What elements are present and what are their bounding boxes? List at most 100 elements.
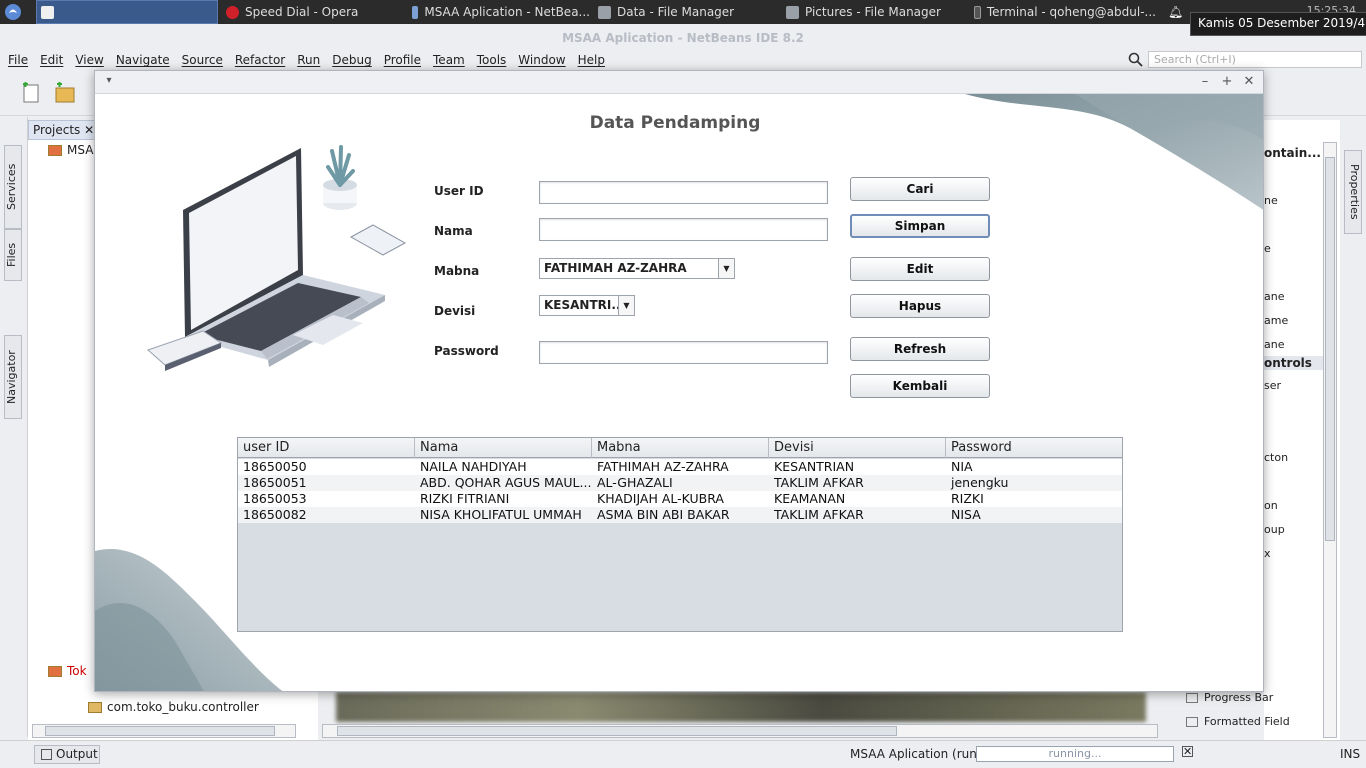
cancel-run-icon[interactable]: ✕ xyxy=(1182,746,1193,757)
close-icon[interactable]: ✕ xyxy=(84,123,94,137)
maximize-button[interactable]: + xyxy=(1219,74,1235,90)
palette-item[interactable]: cton xyxy=(1264,451,1288,464)
app-menu-icon[interactable] xyxy=(4,0,28,24)
task-terminal[interactable]: Terminal - qoheng@abdul-... xyxy=(974,0,1156,24)
nama-input[interactable] xyxy=(539,218,828,241)
tab-properties[interactable]: Properties xyxy=(1344,150,1362,234)
column-header-mabna[interactable]: Mabna xyxy=(592,438,769,458)
projects-horizontal-scrollbar[interactable] xyxy=(32,724,296,738)
scrollbar-thumb[interactable] xyxy=(1325,157,1335,541)
column-header-devisi[interactable]: Devisi xyxy=(769,438,946,458)
window-menu-icon[interactable]: ▾ xyxy=(101,73,117,89)
palette-item[interactable]: on xyxy=(1264,499,1278,512)
table-row[interactable]: 18650082 NISA KHOLIFATUL UMMAH ASMA BIN … xyxy=(238,507,1122,523)
column-header-nama[interactable]: Nama xyxy=(415,438,592,458)
tab-files[interactable]: Files xyxy=(4,229,22,281)
menu-debug[interactable]: Debug xyxy=(326,53,377,67)
active-task-button[interactable] xyxy=(36,0,218,24)
hapus-button[interactable]: Hapus xyxy=(850,294,990,318)
palette-item-formatted-field[interactable]: Formatted Field xyxy=(1186,715,1290,728)
menu-profile[interactable]: Profile xyxy=(378,53,427,67)
new-file-icon[interactable] xyxy=(20,82,42,104)
minimize-button[interactable]: – xyxy=(1197,74,1213,90)
tree-node-msaa[interactable]: MSA xyxy=(48,143,93,157)
form-title: Data Pendamping xyxy=(589,113,761,133)
palette-item[interactable]: oup xyxy=(1264,523,1285,536)
scrollbar-thumb[interactable] xyxy=(337,726,897,736)
password-input[interactable] xyxy=(539,341,828,364)
run-progress-bar: running... xyxy=(976,746,1174,762)
left-side-strip: Services Files Navigator xyxy=(0,117,28,737)
menu-tools[interactable]: Tools xyxy=(471,53,513,67)
palette-item[interactable]: x xyxy=(1264,547,1271,560)
search-icon[interactable] xyxy=(1128,52,1144,68)
close-button[interactable]: ✕ xyxy=(1241,74,1257,90)
table-row[interactable]: 18650053 RIZKI FITRIANI KHADIJAH AL-KUBR… xyxy=(238,491,1122,507)
palette-item[interactable]: ane xyxy=(1264,338,1284,351)
data-table[interactable]: user ID Nama Mabna Devisi Password 18650… xyxy=(237,437,1123,632)
menu-window[interactable]: Window xyxy=(512,53,571,67)
table-row[interactable]: 18650050 NAILA NAHDIYAH FATHIMAH AZ-ZAHR… xyxy=(238,459,1122,475)
palette-item-progress-bar[interactable]: Progress Bar xyxy=(1186,691,1273,704)
edit-button[interactable]: Edit xyxy=(850,257,990,281)
output-tab[interactable]: Output xyxy=(34,745,100,764)
palette-item[interactable]: ane xyxy=(1264,290,1284,303)
menu-refactor[interactable]: Refactor xyxy=(229,53,291,67)
menu-run[interactable]: Run xyxy=(291,53,326,67)
task-file-manager-data[interactable]: Data - File Manager xyxy=(598,0,778,24)
window-titlebar: ▾ – + ✕ xyxy=(95,71,1263,94)
bell-icon[interactable]: 🔔︎ xyxy=(1168,0,1188,24)
right-side-strip: Properties xyxy=(1340,120,1366,740)
cell-nama: NISA KHOLIFATUL UMMAH xyxy=(420,507,582,522)
palette-category[interactable]: ontrols xyxy=(1264,356,1324,370)
menu-file[interactable]: File xyxy=(2,53,34,67)
tree-node-controller[interactable]: com.toko_buku.controller xyxy=(88,700,259,714)
new-project-icon[interactable] xyxy=(54,82,76,104)
menu-team[interactable]: Team xyxy=(427,53,471,67)
column-header-user-id[interactable]: user ID xyxy=(238,438,415,458)
menu-edit[interactable]: Edit xyxy=(34,53,69,67)
tab-projects[interactable]: Projects ✕ xyxy=(28,120,98,140)
tab-services[interactable]: Services xyxy=(4,145,22,229)
tree-node-label: com.toko_buku.controller xyxy=(107,700,259,714)
palette-item[interactable]: ne xyxy=(1264,194,1278,207)
taskbar: Speed Dial - Opera MSAA Aplication - Net… xyxy=(0,0,1366,24)
label-mabna: Mabna xyxy=(434,264,480,278)
palette-item[interactable]: e xyxy=(1264,242,1271,255)
cari-button[interactable]: Cari xyxy=(850,177,990,201)
simpan-button[interactable]: Simpan xyxy=(850,214,990,238)
task-opera[interactable]: Speed Dial - Opera xyxy=(226,0,406,24)
cell-devisi: TAKLIM AFKAR xyxy=(774,507,864,522)
tree-node-toko[interactable]: Tok xyxy=(48,664,87,678)
palette-vertical-scrollbar[interactable] xyxy=(1323,142,1337,738)
menu-navigate[interactable]: Navigate xyxy=(110,53,176,67)
chevron-down-icon[interactable]: ▼ xyxy=(718,259,734,278)
refresh-button[interactable]: Refresh xyxy=(850,337,990,361)
table-header: user ID Nama Mabna Devisi Password xyxy=(238,438,1122,458)
menu-help[interactable]: Help xyxy=(572,53,611,67)
palette-item[interactable]: ser xyxy=(1264,379,1281,392)
menu-source[interactable]: Source xyxy=(176,53,229,67)
menu-view[interactable]: View xyxy=(69,53,109,67)
editor-horizontal-scrollbar[interactable] xyxy=(322,724,1158,738)
package-icon xyxy=(88,702,102,713)
mabna-select[interactable]: FATHIMAH AZ-ZAHRA ▼ xyxy=(539,258,735,279)
tab-projects-label: Projects xyxy=(33,123,81,137)
cell-nama: NAILA NAHDIYAH xyxy=(420,459,527,474)
devisi-select[interactable]: KESANTRI... ▼ xyxy=(539,295,635,316)
task-file-manager-pictures[interactable]: Pictures - File Manager xyxy=(786,0,966,24)
user-id-input[interactable] xyxy=(539,181,828,204)
column-header-password[interactable]: Password xyxy=(946,438,1122,458)
tab-navigator[interactable]: Navigator xyxy=(4,335,22,419)
cell-nama: ABD. QOHAR AGUS MAUL... xyxy=(420,475,592,490)
palette-item[interactable]: ame xyxy=(1264,314,1288,327)
kembali-button[interactable]: Kembali xyxy=(850,374,990,398)
run-label: MSAA Aplication (run) xyxy=(850,747,982,761)
table-row[interactable]: 18650051 ABD. QOHAR AGUS MAUL... AL-GHAZ… xyxy=(238,475,1122,491)
scrollbar-thumb[interactable] xyxy=(45,726,275,736)
task-label: MSAA Aplication - NetBea... xyxy=(424,5,590,19)
task-netbeans[interactable]: MSAA Aplication - NetBea... xyxy=(412,0,590,24)
ide-window-title: MSAA Aplication - NetBeans IDE 8.2 xyxy=(0,24,1366,50)
chevron-down-icon[interactable]: ▼ xyxy=(618,296,634,315)
ide-search-input[interactable]: Search (Ctrl+I) xyxy=(1148,51,1362,68)
